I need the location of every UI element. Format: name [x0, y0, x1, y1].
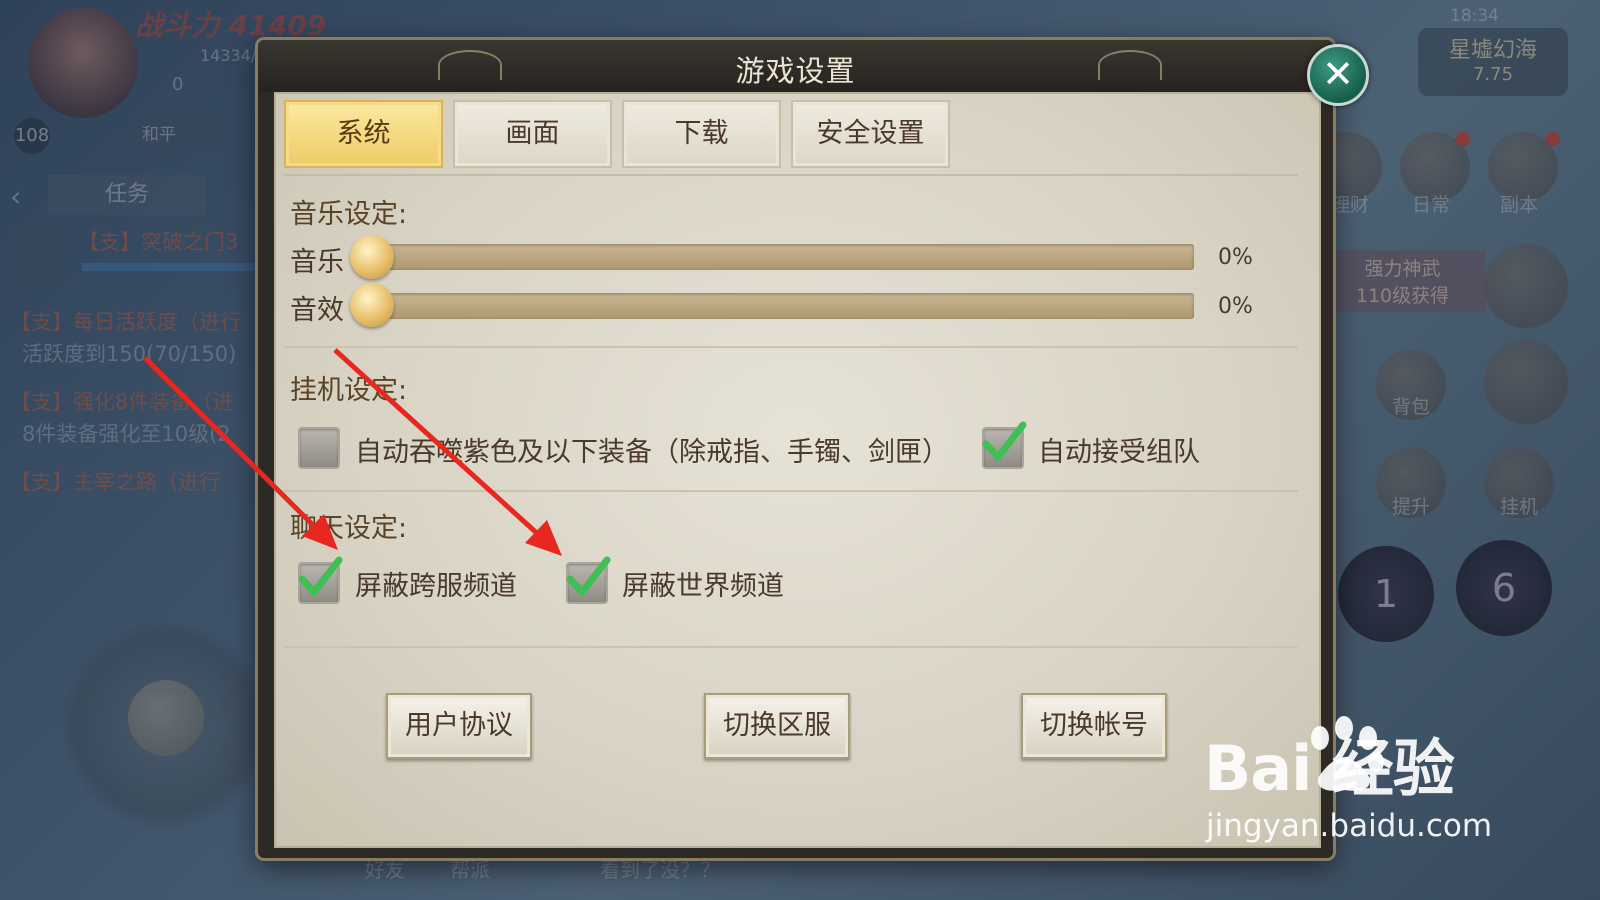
- paw-logo-icon: [1300, 716, 1388, 796]
- music-slider[interactable]: [372, 244, 1194, 270]
- task-tab[interactable]: 任务: [48, 175, 206, 215]
- quest-title[interactable]: 【支】突破之门3: [78, 226, 238, 256]
- checkmark-icon: [982, 421, 1027, 461]
- block-world-checkbox[interactable]: [566, 556, 611, 604]
- music-slider-knob[interactable]: [350, 235, 394, 279]
- tab-divider: [284, 174, 1298, 176]
- upgrade-label: 提升: [1392, 496, 1431, 518]
- switch-server-button[interactable]: 切换区服: [704, 693, 850, 759]
- auto-devour-checkbox[interactable]: [298, 427, 340, 469]
- chat-message: 看到了没？？: [600, 858, 720, 882]
- auto-devour-label: 自动吞噬紫色及以下装备（除戒指、手镯、剑匣）: [355, 437, 949, 468]
- pk-mode-select[interactable]: 和平: [132, 118, 224, 152]
- guild-tab[interactable]: 帮派: [450, 854, 490, 883]
- tab-security[interactable]: 安全设置: [791, 100, 950, 168]
- compass-icon[interactable]: [1484, 340, 1568, 424]
- dialog-title: 游戏设置: [735, 54, 856, 88]
- player-level: 108: [14, 118, 50, 154]
- skill-button[interactable]: 1: [1338, 546, 1434, 642]
- skill-button[interactable]: 6: [1456, 540, 1552, 636]
- friends-tab[interactable]: 好友: [365, 854, 405, 883]
- notify-dot: [1546, 132, 1560, 146]
- collapse-arrow-icon[interactable]: ‹: [10, 180, 21, 213]
- tab-system[interactable]: 系统: [284, 100, 443, 168]
- sfx-slider[interactable]: [372, 293, 1194, 319]
- promo-line: 强力神武: [1364, 258, 1441, 280]
- close-icon: ✕: [1322, 52, 1354, 96]
- section-divider: [284, 346, 1298, 348]
- server-name: 星墟幻海: [1448, 38, 1537, 63]
- tab-display[interactable]: 画面: [453, 100, 612, 168]
- bag-label: 背包: [1392, 396, 1431, 418]
- server-panel[interactable]: 星墟幻海 7.75: [1418, 28, 1568, 96]
- checkmark-icon: [298, 556, 343, 596]
- section-divider: [284, 646, 1298, 648]
- quest-progress-bar: [82, 263, 257, 271]
- sfx-slider-knob[interactable]: [350, 283, 394, 327]
- auto-battle-label: 挂机: [1500, 496, 1539, 518]
- gold-count: 0: [172, 74, 184, 95]
- quest-title[interactable]: 【支】强化8件装备（进: [10, 386, 233, 416]
- joystick-knob[interactable]: [128, 680, 204, 756]
- server-ping: 7.75: [1472, 64, 1514, 85]
- music-section-title: 音乐设定:: [290, 199, 408, 230]
- combat-power: 战斗力 41409: [135, 9, 327, 42]
- auto-team-checkbox[interactable]: [982, 421, 1027, 469]
- music-value: 0%: [1218, 245, 1253, 270]
- weapon-icon[interactable]: [1484, 244, 1568, 328]
- idle-section-title: 挂机设定:: [290, 375, 408, 406]
- tab-download[interactable]: 下载: [622, 100, 781, 168]
- checkmark-icon: [566, 556, 611, 596]
- auto-team-label: 自动接受组队: [1038, 437, 1200, 468]
- quest-sub: 8件装备强化至10级(2: [22, 422, 231, 446]
- promo-banner[interactable]: 强力神武 110级获得: [1320, 250, 1485, 312]
- quest-sub: 活跃度到150(70/150): [22, 342, 237, 366]
- sfx-label: 音效: [290, 295, 344, 326]
- dungeon-label: 副本: [1500, 194, 1539, 216]
- notify-dot: [1456, 132, 1470, 146]
- clock: 18:34: [1450, 6, 1499, 26]
- player-avatar[interactable]: [28, 8, 138, 118]
- promo-line: 110级获得: [1355, 285, 1450, 307]
- quest-icon: [10, 226, 66, 282]
- block-cross-server-label: 屏蔽跨服频道: [355, 571, 517, 602]
- music-label: 音乐: [290, 247, 344, 278]
- sfx-value: 0%: [1218, 294, 1253, 319]
- block-world-label: 屏蔽世界频道: [622, 571, 784, 602]
- quest-title[interactable]: 【支】每日活跃度（进行: [10, 306, 241, 336]
- daily-label: 日常: [1412, 194, 1451, 216]
- baidu-url: jingyan.baidu.com: [1206, 808, 1493, 844]
- section-divider: [284, 490, 1298, 492]
- user-agreement-button[interactable]: 用户协议: [386, 693, 532, 759]
- block-cross-server-checkbox[interactable]: [298, 556, 343, 604]
- quest-title[interactable]: 【支】主宰之路（进行: [10, 466, 220, 496]
- chat-section-title: 聊天设定:: [290, 513, 408, 544]
- close-button[interactable]: ✕: [1307, 44, 1369, 106]
- switch-account-button[interactable]: 切换帐号: [1021, 693, 1167, 759]
